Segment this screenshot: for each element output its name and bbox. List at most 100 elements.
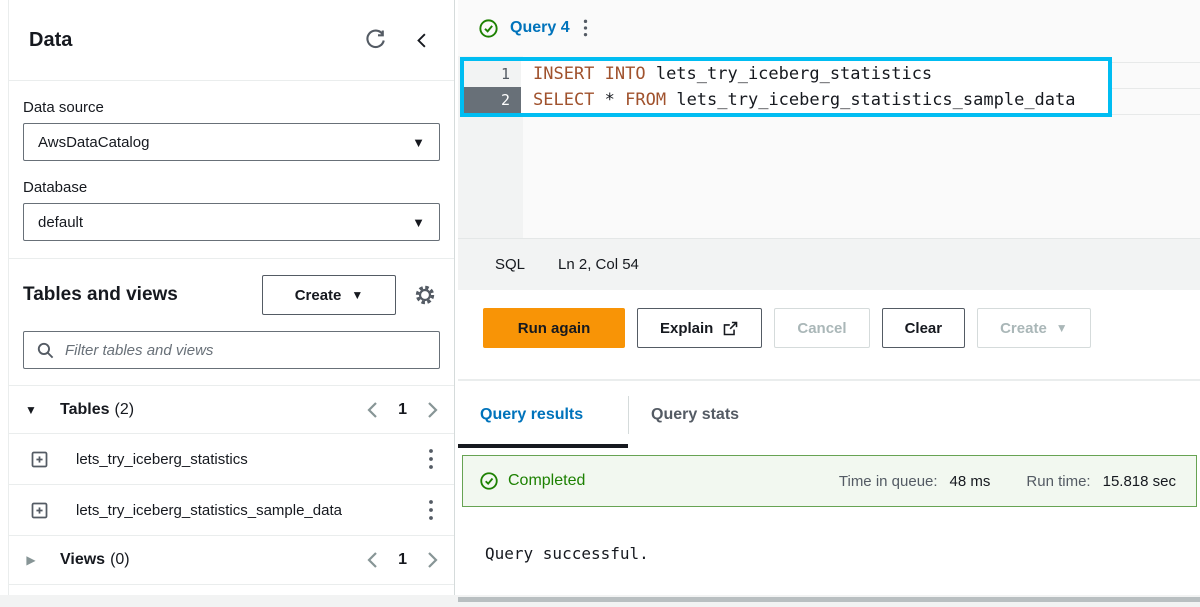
code-line[interactable]: SELECT * FROM lets_try_iceberg_statistic…: [521, 87, 1108, 113]
code-line-row[interactable]: 2SELECT * FROM lets_try_iceberg_statisti…: [464, 87, 1108, 113]
results-tabs: Query results Query stats: [458, 381, 1200, 448]
kebab-menu-icon: [583, 18, 588, 38]
next-page-button[interactable]: [426, 401, 438, 419]
explain-button[interactable]: Explain: [637, 308, 762, 348]
create-button[interactable]: Create ▼: [262, 275, 396, 315]
refresh-button[interactable]: [364, 29, 387, 52]
views-group-row[interactable]: ▶ Views (0) 1: [9, 535, 454, 585]
expand-table-icon[interactable]: [29, 500, 50, 521]
create-button-label: Create: [295, 287, 342, 304]
status-badge: Completed: [508, 472, 585, 490]
line-number: 1: [464, 61, 521, 87]
external-link-icon: [722, 320, 739, 337]
editor-statusbar: SQL Ln 2, Col 54: [458, 238, 1200, 290]
tables-and-views-heading: Tables and views: [23, 284, 262, 306]
page-number: 1: [398, 551, 407, 569]
filter-tables-search[interactable]: [23, 331, 440, 369]
data-panel: Data Data source AwsDataCatalog ▼ Databa…: [8, 0, 455, 595]
statement-highlight-box[interactable]: 1INSERT INTO lets_try_iceberg_statistics…: [460, 57, 1112, 117]
table-name: lets_try_iceberg_statistics_sample_data: [76, 502, 426, 519]
kebab-menu-icon: [428, 499, 434, 521]
editor-actions: Run again Explain Cancel Clear Create ▼: [458, 290, 1200, 378]
database-value: default: [38, 214, 83, 231]
triangle-right-icon: ▶: [24, 553, 38, 567]
query-tab-actions-button[interactable]: [581, 16, 590, 40]
caret-down-icon: ▼: [1056, 321, 1068, 335]
line-number: 2: [464, 87, 521, 113]
chevron-right-icon: [426, 401, 438, 419]
caret-down-icon: ▼: [351, 288, 363, 302]
tab-query-results[interactable]: Query results: [458, 406, 628, 424]
query-tab-title: Query 4: [510, 19, 570, 37]
run-again-button[interactable]: Run again: [483, 308, 625, 348]
clear-label: Clear: [905, 320, 943, 337]
active-tab-indicator: [458, 444, 628, 448]
create-query-button[interactable]: Create ▼: [977, 308, 1091, 348]
chevron-left-icon: [413, 31, 432, 50]
table-actions-button[interactable]: [426, 497, 436, 523]
query-status-banner: Completed Time in queue: 48 ms Run time:…: [462, 455, 1197, 507]
triangle-down-icon: ▼: [24, 403, 38, 417]
gear-icon: [412, 282, 438, 308]
prev-page-button[interactable]: [367, 551, 379, 569]
tab-query-stats[interactable]: Query stats: [629, 406, 739, 424]
views-group-label: Views: [60, 551, 105, 569]
editor-row-line: [1112, 88, 1200, 89]
code-line-row[interactable]: 1INSERT INTO lets_try_iceberg_statistics: [464, 61, 1108, 87]
explain-label: Explain: [660, 320, 713, 337]
table-actions-button[interactable]: [426, 446, 436, 472]
table-row[interactable]: lets_try_iceberg_statistics: [9, 433, 454, 484]
sql-editor[interactable]: 1INSERT INTO lets_try_iceberg_statistics…: [458, 56, 1200, 238]
database-label: Database: [23, 179, 440, 196]
panel-title: Data: [29, 29, 338, 52]
language-indicator: SQL: [495, 256, 525, 273]
tables-group-row[interactable]: ▼ Tables (2) 1: [9, 385, 454, 433]
data-source-value: AwsDataCatalog: [38, 134, 149, 151]
editor-row-line: [1112, 114, 1200, 115]
kebab-menu-icon: [428, 448, 434, 470]
data-panel-header: Data: [9, 0, 454, 81]
caret-down-icon: ▼: [412, 215, 425, 230]
tables-group-label: Tables: [60, 401, 110, 419]
caret-down-icon: ▼: [412, 135, 425, 150]
cursor-position: Ln 2, Col 54: [558, 256, 639, 273]
table-row[interactable]: lets_try_iceberg_statistics_sample_data: [9, 484, 454, 535]
query-output-message: Query successful.: [485, 544, 1200, 563]
refresh-icon: [364, 29, 387, 52]
next-page-button[interactable]: [426, 551, 438, 569]
create-query-label: Create: [1000, 320, 1047, 337]
expand-table-icon[interactable]: [29, 449, 50, 470]
views-count: (0): [110, 551, 130, 569]
chevron-left-icon: [367, 401, 379, 419]
data-source-label: Data source: [23, 99, 440, 116]
chevron-right-icon: [426, 551, 438, 569]
run-time-value: 15.818 sec: [1103, 473, 1176, 490]
run-time-label: Run time:: [1026, 473, 1090, 490]
query-tab[interactable]: Query 4: [478, 16, 590, 40]
editor-row-line: [1112, 62, 1200, 63]
cancel-label: Cancel: [797, 320, 846, 337]
settings-button[interactable]: [412, 282, 438, 308]
chevron-left-icon: [367, 551, 379, 569]
prev-page-button[interactable]: [367, 401, 379, 419]
data-source-select[interactable]: AwsDataCatalog ▼: [23, 123, 440, 161]
search-icon: [36, 341, 55, 360]
results-panel: Query results Query stats Completed Time…: [458, 381, 1200, 597]
page-number: 1: [398, 401, 407, 419]
cancel-button[interactable]: Cancel: [774, 308, 869, 348]
clear-button[interactable]: Clear: [882, 308, 966, 348]
query-editor-panel: Query 4 1INSERT INTO lets_try_iceberg_st…: [458, 0, 1200, 597]
check-circle-icon: [478, 18, 499, 39]
database-select[interactable]: default ▼: [23, 203, 440, 241]
horizontal-scrollbar[interactable]: [458, 597, 1200, 602]
code-line[interactable]: INSERT INTO lets_try_iceberg_statistics: [521, 61, 1108, 87]
filter-tables-input[interactable]: [65, 342, 427, 359]
queue-time-label: Time in queue:: [839, 473, 938, 490]
run-again-label: Run again: [518, 320, 591, 337]
collapse-panel-button[interactable]: [413, 31, 432, 50]
queue-time-value: 48 ms: [950, 473, 991, 490]
check-circle-icon: [479, 471, 499, 491]
table-name: lets_try_iceberg_statistics: [76, 451, 426, 468]
query-tabbar: Query 4: [458, 0, 1200, 56]
tables-count: (2): [115, 401, 135, 419]
